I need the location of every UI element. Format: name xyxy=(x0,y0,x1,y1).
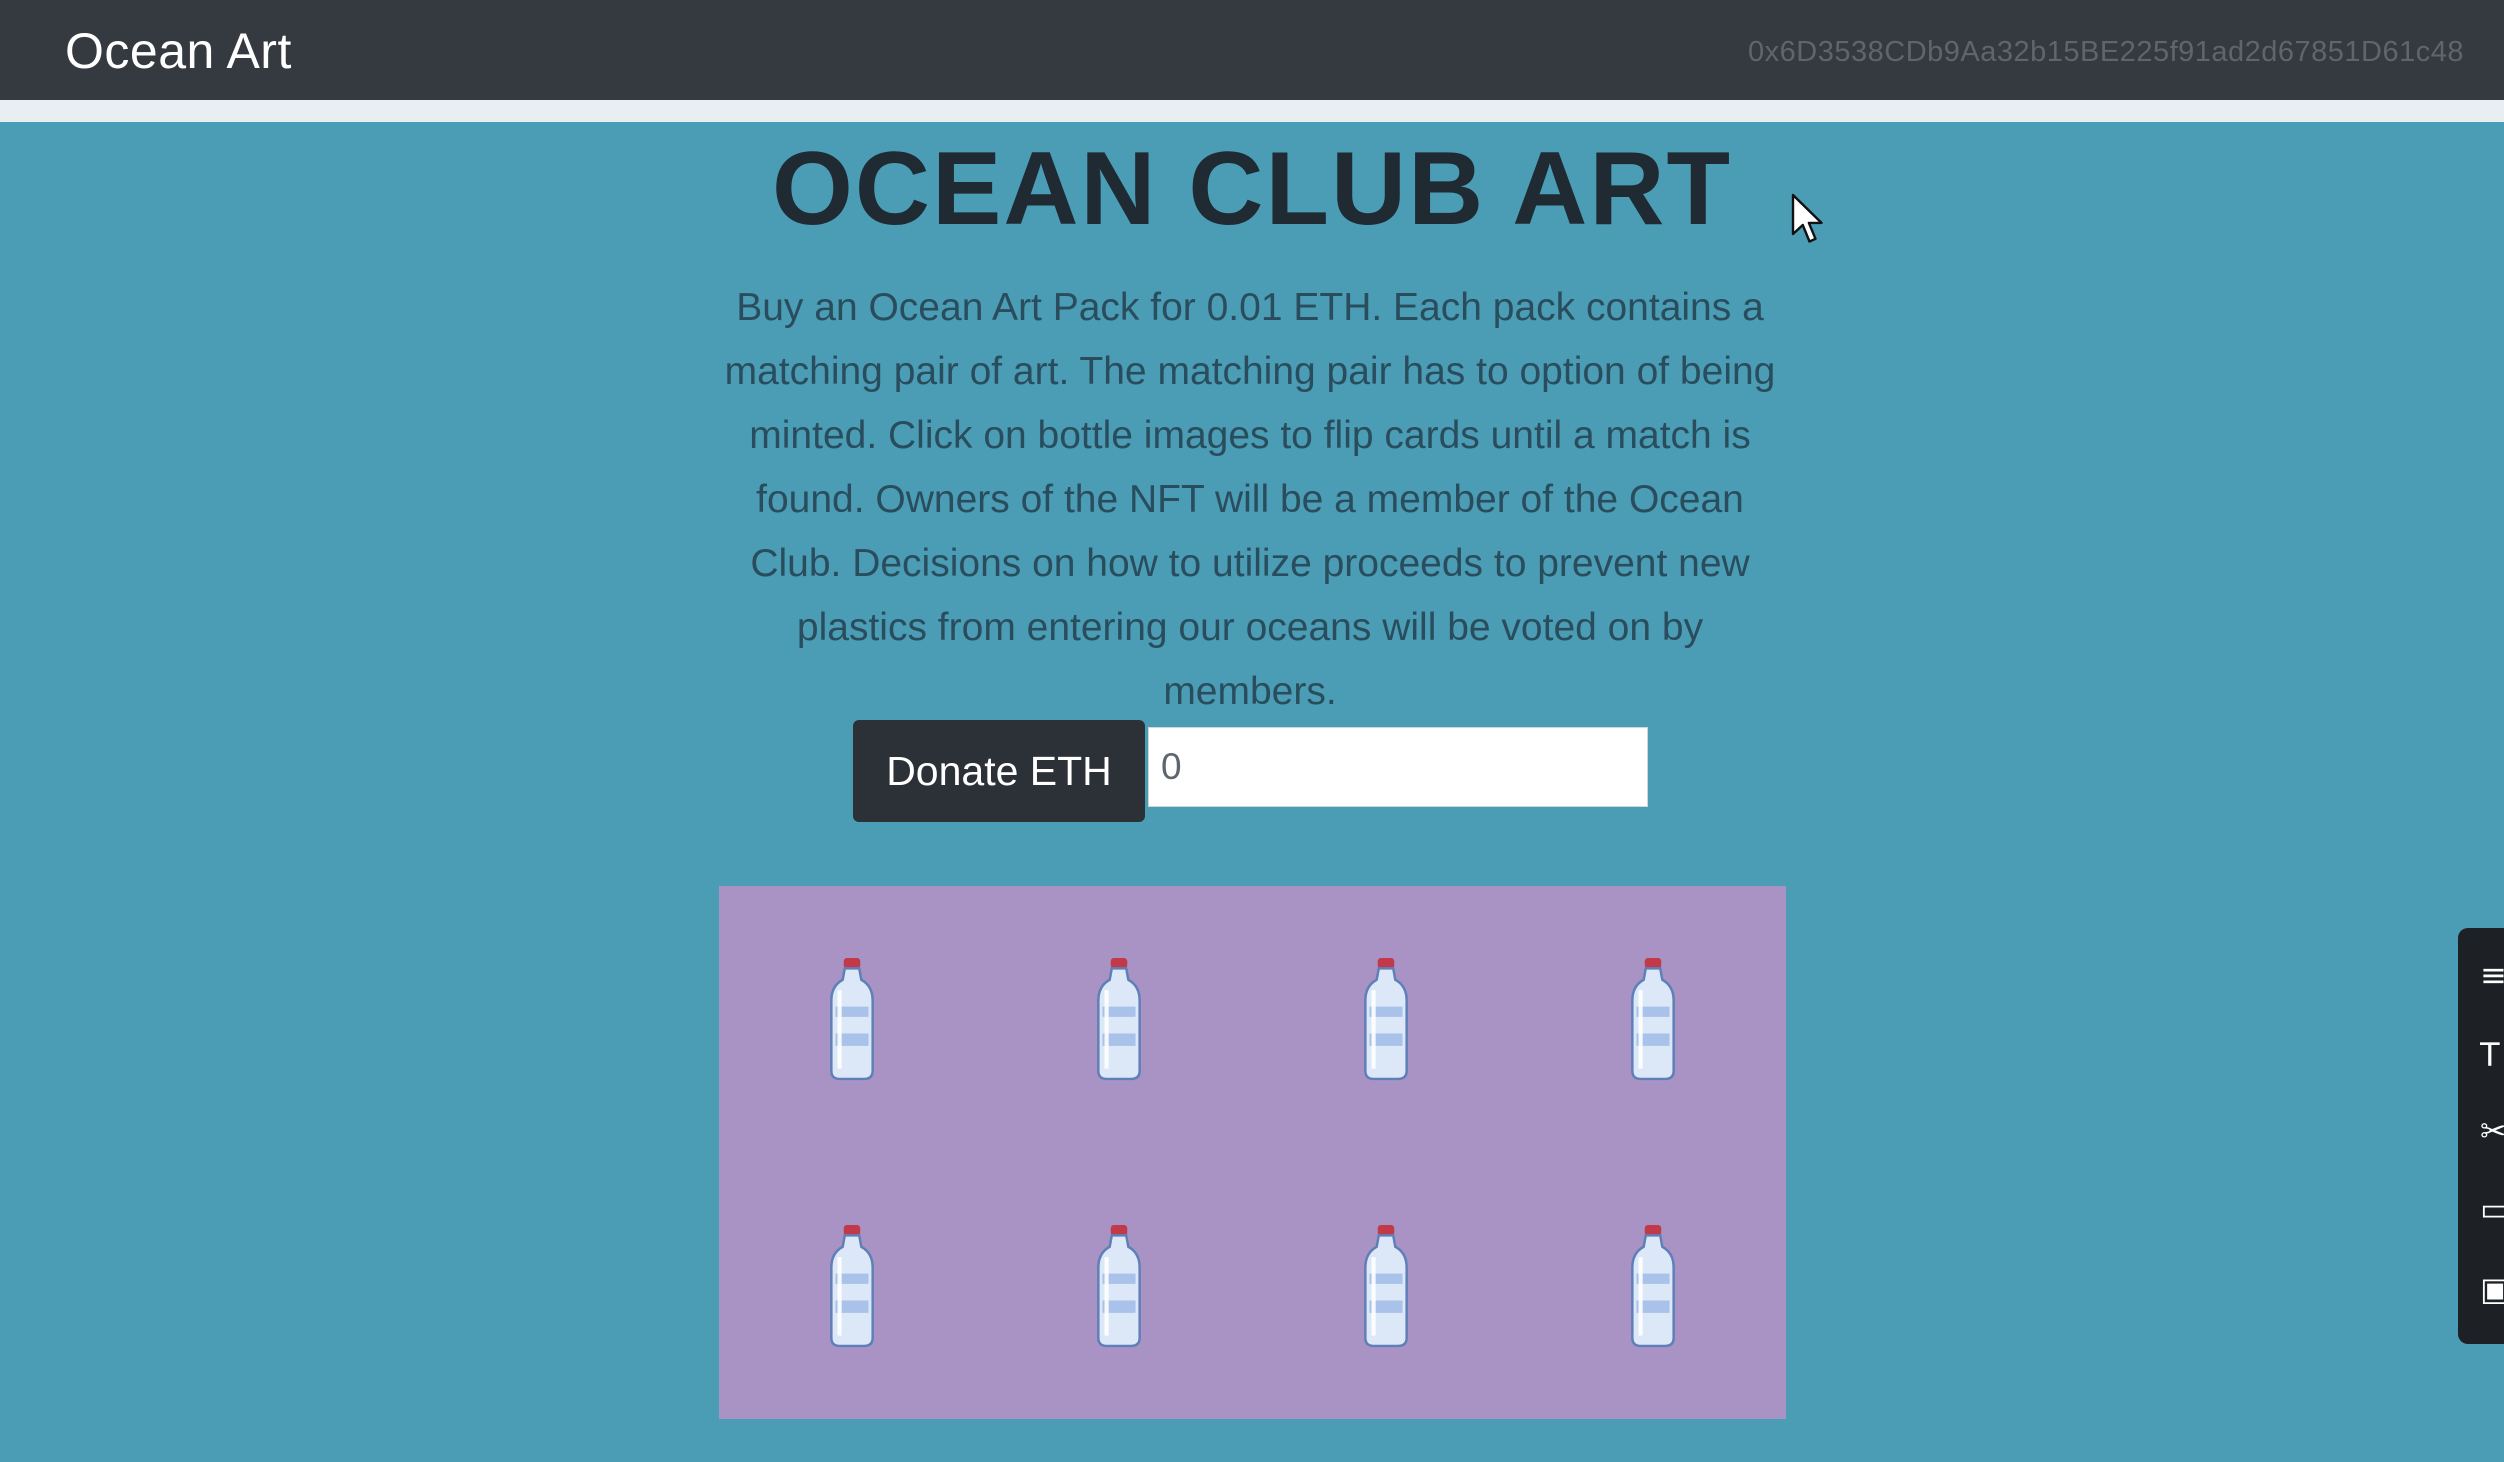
brand-logo-text[interactable]: Ocean Art xyxy=(65,22,292,80)
water-bottle-icon xyxy=(1363,1224,1408,1347)
water-bottle-icon xyxy=(1363,958,1408,1081)
cut-icon[interactable]: ✂ xyxy=(2480,1114,2504,1148)
flip-card[interactable] xyxy=(1519,886,1786,1153)
card-grid xyxy=(719,886,1786,1419)
mouse-cursor-icon xyxy=(1791,193,1823,243)
water-bottle-icon xyxy=(1097,1224,1142,1347)
menu-icon[interactable]: ≡ xyxy=(2480,958,2504,992)
image-icon[interactable]: ▣ xyxy=(2480,1272,2504,1306)
water-bottle-icon xyxy=(830,1224,875,1347)
comment-icon[interactable]: ▭ xyxy=(2480,1192,2504,1226)
donate-eth-button[interactable]: Donate ETH xyxy=(853,720,1145,822)
navbar-divider xyxy=(0,100,2504,122)
side-toolbar: ≡ T ✂ ▭ ▣ xyxy=(2458,928,2504,1344)
water-bottle-icon xyxy=(1630,1224,1675,1347)
flip-card[interactable] xyxy=(1253,886,1520,1153)
flip-card[interactable] xyxy=(719,1153,986,1420)
donate-amount-input[interactable] xyxy=(1148,727,1648,807)
water-bottle-icon xyxy=(1097,958,1142,1081)
flip-card[interactable] xyxy=(719,886,986,1153)
page-title: OCEAN CLUB ART xyxy=(771,131,1733,247)
flip-card[interactable] xyxy=(986,886,1253,1153)
navbar: Ocean Art 0x6D3538CDb9Aa32b15BE225f91ad2… xyxy=(0,0,2504,100)
account-address: 0x6D3538CDb9Aa32b15BE225f91ad2d67851D61c… xyxy=(1748,36,2464,68)
flip-card[interactable] xyxy=(986,1153,1253,1420)
water-bottle-icon xyxy=(830,958,875,1081)
page-description: Buy an Ocean Art Pack for 0.01 ETH. Each… xyxy=(724,286,1776,713)
text-tool-icon[interactable]: T xyxy=(2480,1038,2504,1072)
water-bottle-icon xyxy=(1630,958,1675,1081)
flip-card[interactable] xyxy=(1519,1153,1786,1420)
flip-card[interactable] xyxy=(1253,1153,1520,1420)
